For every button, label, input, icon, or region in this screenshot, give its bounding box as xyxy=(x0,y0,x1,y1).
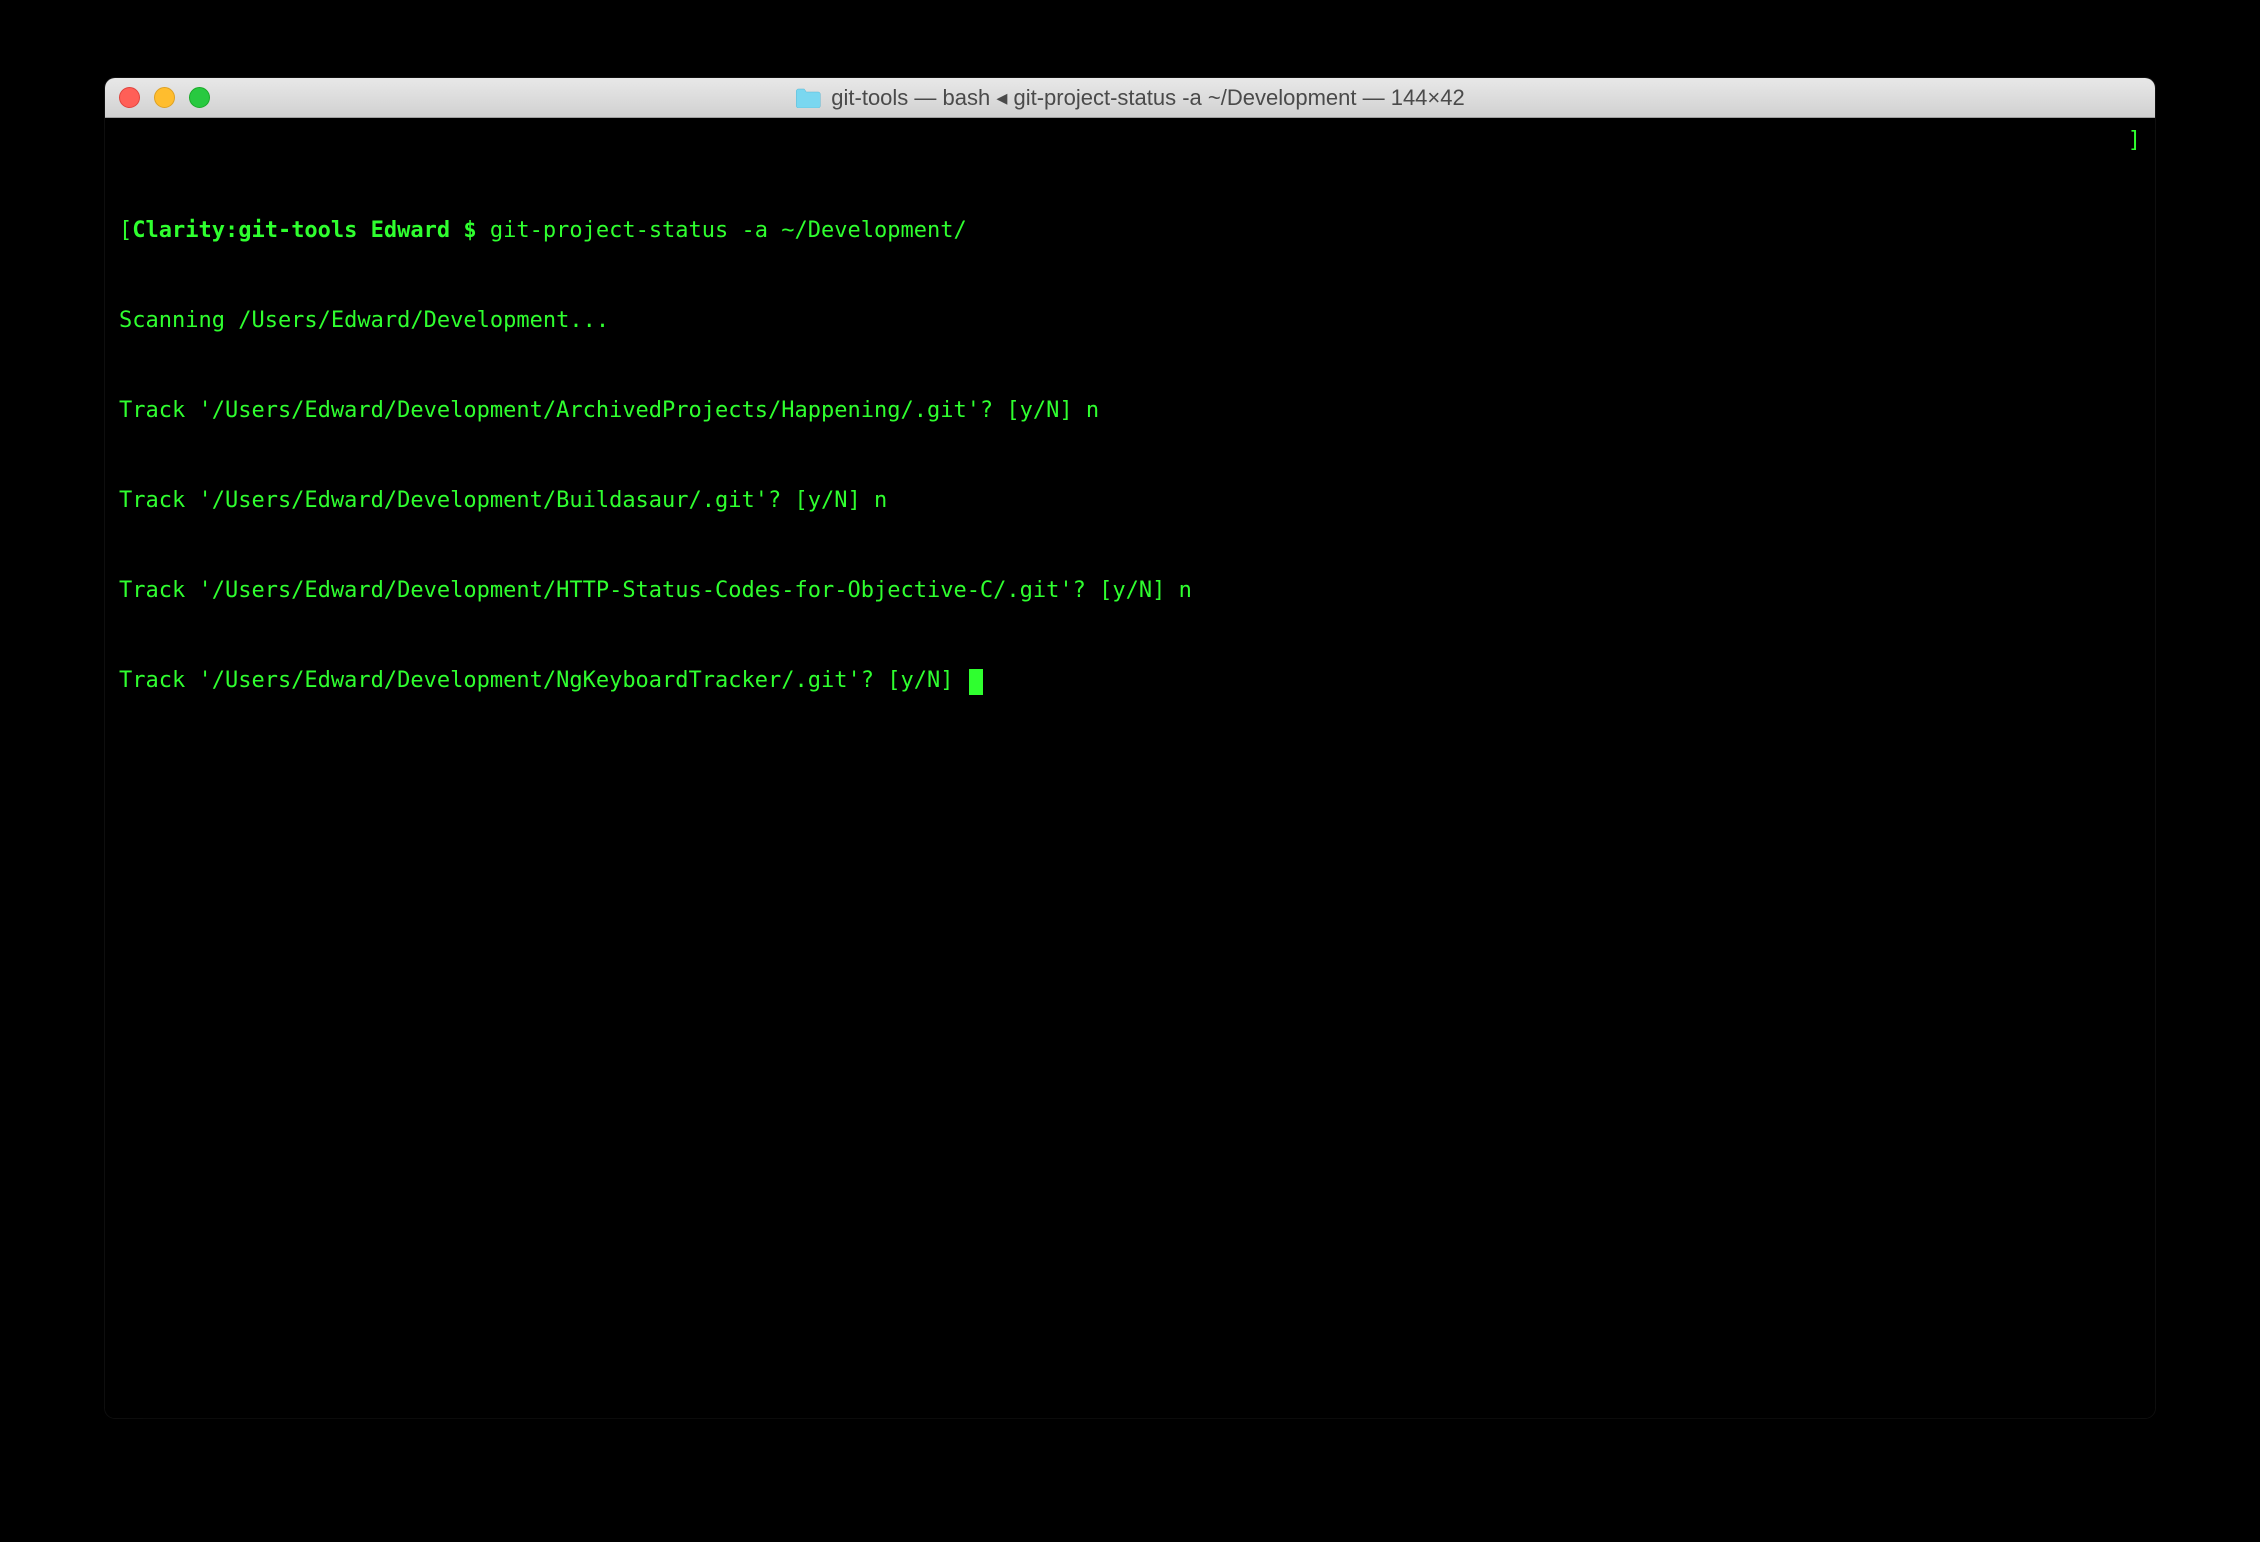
output-line: Track '/Users/Edward/Development/HTTP-St… xyxy=(119,576,2141,606)
folder-icon xyxy=(795,88,821,108)
titlebar[interactable]: git-tools — bash ◂ git-project-status -a… xyxy=(105,78,2155,118)
prompt-open-bracket: [ xyxy=(119,218,132,243)
cursor xyxy=(969,669,983,695)
minimize-button[interactable] xyxy=(154,87,175,108)
prompt-host: Clarity:git-tools Edward $ xyxy=(132,218,476,243)
prompt-question: Track '/Users/Edward/Development/NgKeybo… xyxy=(119,668,967,693)
output-line: Track '/Users/Edward/Development/NgKeybo… xyxy=(119,666,2141,696)
window-title: git-tools — bash ◂ git-project-status -a… xyxy=(831,85,1464,111)
close-button[interactable] xyxy=(119,87,140,108)
maximize-button[interactable] xyxy=(189,87,210,108)
output-line: Scanning /Users/Edward/Development... xyxy=(119,306,2141,336)
prompt-close-bracket: ] xyxy=(2128,126,2141,156)
traffic-lights xyxy=(119,87,210,108)
terminal-body[interactable]: ] [Clarity:git-tools Edward $ git-projec… xyxy=(105,118,2155,1418)
command-text: git-project-status -a ~/Development/ xyxy=(490,218,967,243)
output-line: Track '/Users/Edward/Development/Buildas… xyxy=(119,486,2141,516)
output-line: Track '/Users/Edward/Development/Archive… xyxy=(119,396,2141,426)
prompt-line: [Clarity:git-tools Edward $ git-project-… xyxy=(119,216,2141,246)
window-title-area: git-tools — bash ◂ git-project-status -a… xyxy=(795,85,1464,111)
terminal-window: git-tools — bash ◂ git-project-status -a… xyxy=(105,78,2155,1418)
